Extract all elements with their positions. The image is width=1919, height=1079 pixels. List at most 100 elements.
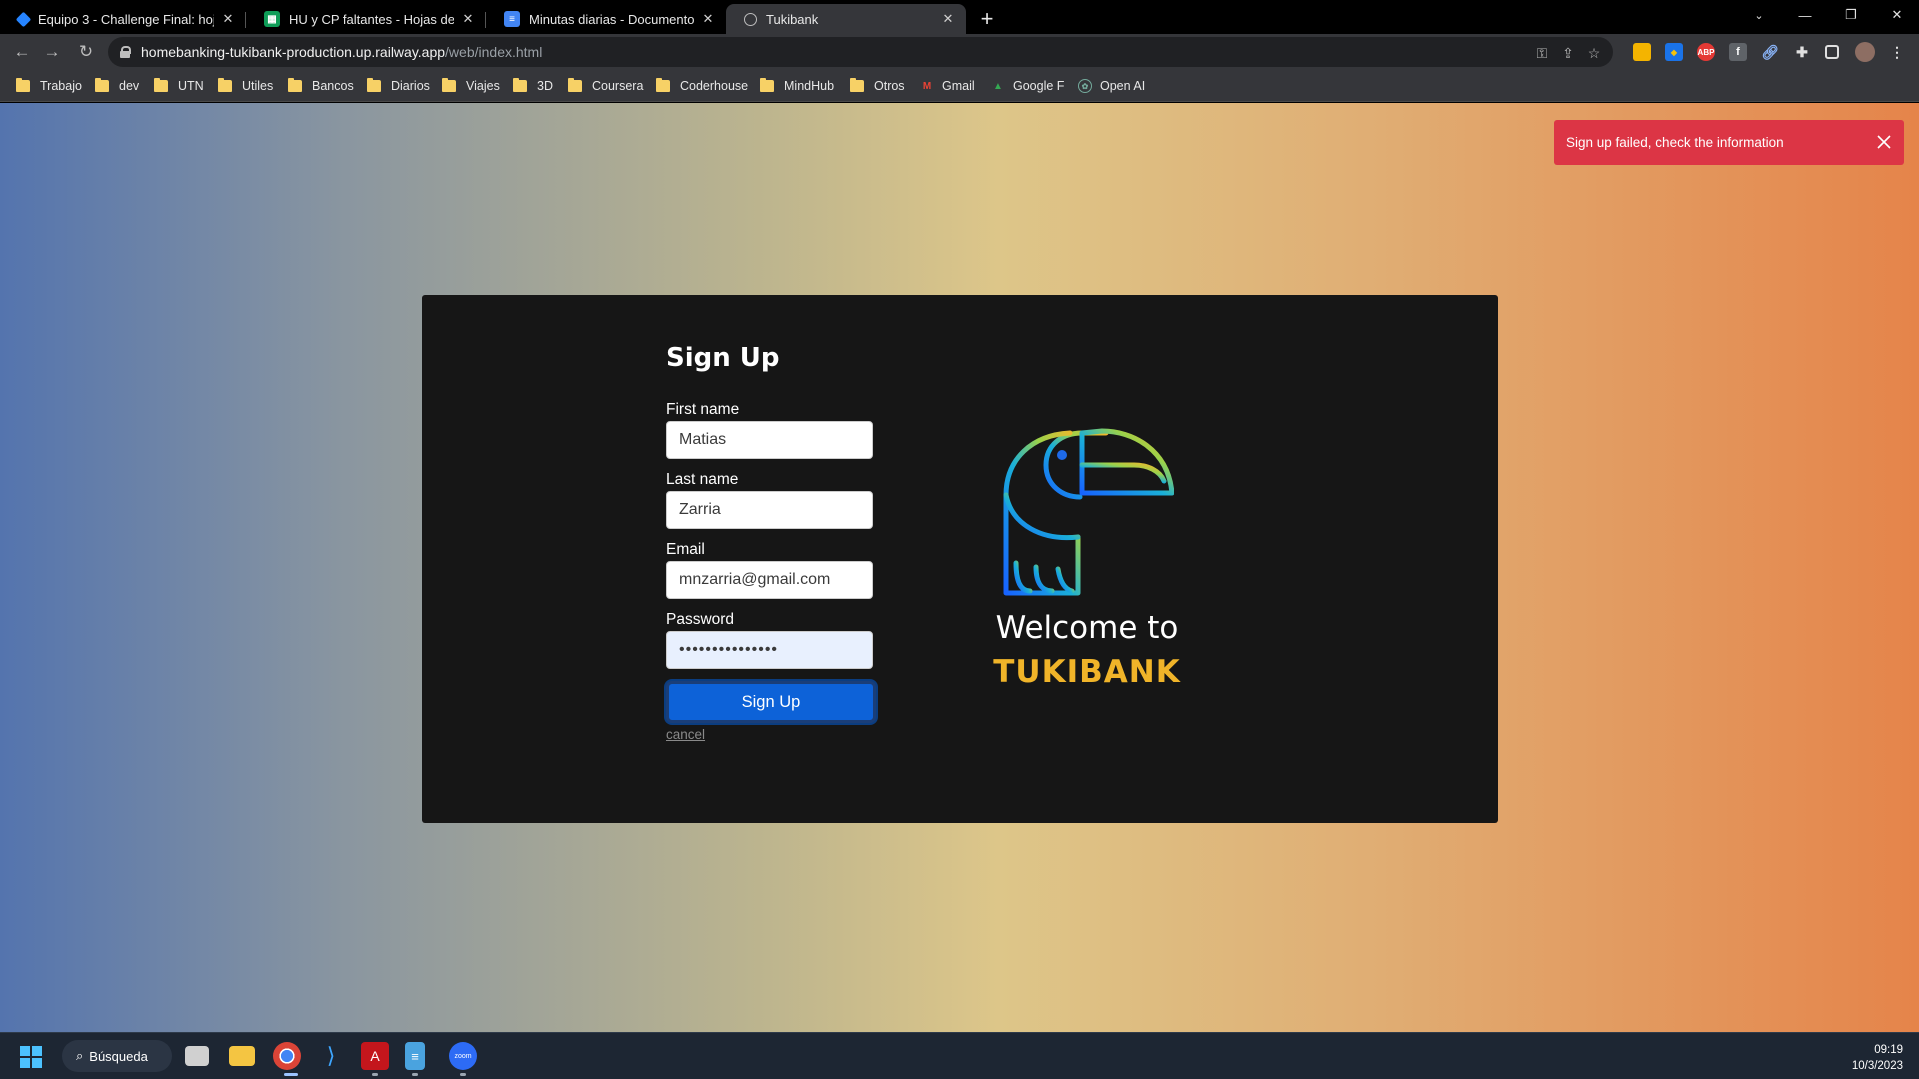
bookmark-utiles[interactable]: Utiles (218, 77, 273, 95)
cancel-link[interactable]: cancel (666, 727, 705, 742)
bookmark-bancos[interactable]: Bancos (288, 77, 354, 95)
close-tab-icon[interactable]: ✕ (220, 11, 236, 27)
key-icon[interactable]: ⚿ (1533, 44, 1551, 62)
folder-icon (16, 78, 30, 92)
profile-avatar[interactable] (1855, 42, 1875, 62)
close-icon[interactable] (1874, 132, 1894, 152)
running-indicator (372, 1073, 378, 1076)
puzzle-icon[interactable]: ✚ (1793, 43, 1811, 61)
bookmark-label: Diarios (391, 79, 430, 93)
folder-icon (154, 78, 168, 92)
tab-minutas[interactable]: ≡ Minutas diarias - Documentos de ✕ (486, 4, 726, 34)
tab-tukibank[interactable]: Tukibank ✕ (726, 4, 966, 34)
vscode-icon[interactable]: ⟩ (317, 1042, 345, 1070)
bookmark-trabajo[interactable]: Trabajo (16, 77, 82, 95)
folder-icon (367, 78, 381, 92)
password-label: Password (666, 611, 735, 628)
tab-search-icon[interactable]: ⌄ (1739, 0, 1779, 30)
last-name-input[interactable] (666, 491, 873, 529)
forward-button[interactable]: → (38, 38, 66, 66)
password-input[interactable] (666, 631, 873, 669)
minimize-button[interactable]: — (1785, 0, 1825, 30)
share-icon[interactable]: ⇪ (1559, 44, 1577, 62)
restore-button[interactable]: ❐ (1831, 0, 1871, 30)
file-explorer-icon[interactable] (229, 1046, 255, 1066)
toast-message: Sign up failed, check the information (1566, 135, 1784, 150)
extension-keep-icon[interactable] (1633, 43, 1651, 61)
tab-hu-y-cp[interactable]: ▦ HU y CP faltantes - Hojas de cálculo ✕ (246, 4, 486, 34)
close-window-button[interactable]: ✕ (1877, 0, 1917, 30)
bookmark-dev[interactable]: dev (95, 77, 139, 95)
windows-start-icon[interactable] (20, 1046, 42, 1068)
chrome-icon[interactable] (273, 1042, 301, 1070)
tab-equipo-3[interactable]: Equipo 3 - Challenge Final: hoja de ✕ (0, 4, 246, 34)
zoom-icon[interactable]: zoom (449, 1042, 477, 1070)
welcome-text: Welcome to (995, 610, 1179, 646)
bookmark-coursera[interactable]: Coursera (568, 77, 643, 95)
bookmark-label: Bancos (312, 79, 354, 93)
bookmark-google-f[interactable]: ▲ Google F (991, 77, 1064, 95)
browser-toolbar: ← → ↻ homebanking-tukibank-production.up… (0, 34, 1919, 70)
acrobat-icon[interactable]: A (361, 1042, 389, 1070)
system-clock[interactable]: 09:19 10/3/2023 (1852, 1042, 1903, 1074)
signup-card: Sign Up First name Last name Email Passw… (422, 295, 1498, 823)
brand-panel: Welcome to TUKIBANK (992, 425, 1182, 690)
bookmark-viajes[interactable]: Viajes (442, 77, 500, 95)
bookmark-gmail[interactable]: M Gmail (920, 77, 975, 95)
docs-icon: ≡ (504, 11, 520, 27)
bookmark-otros[interactable]: Otros (850, 77, 905, 95)
extension-f-icon[interactable]: f (1729, 43, 1747, 61)
bookmark-label: UTN (178, 79, 204, 93)
jira-icon (15, 11, 32, 27)
adblock-icon[interactable]: ABP (1697, 43, 1715, 61)
taskbar-search[interactable]: ⌕ Búsqueda (62, 1040, 172, 1072)
notepad-icon[interactable]: ≡ (405, 1042, 425, 1070)
star-icon[interactable]: ☆ (1585, 44, 1603, 62)
folder-icon (288, 78, 302, 92)
bookmark-utn[interactable]: UTN (154, 77, 204, 95)
email-label: Email (666, 541, 705, 558)
bookmark-label: Utiles (242, 79, 274, 93)
bookmark-3d[interactable]: 3D (513, 77, 553, 95)
globe-icon (744, 12, 757, 26)
folder-icon (656, 78, 670, 92)
first-name-input[interactable] (666, 421, 873, 459)
bookmark-label: Coderhouse (680, 79, 749, 93)
bookmark-open-ai[interactable]: ✿ Open AI (1078, 77, 1145, 95)
close-tab-icon[interactable]: ✕ (460, 11, 476, 27)
running-indicator (412, 1073, 418, 1076)
close-tab-icon[interactable]: ✕ (700, 11, 716, 27)
google-forms-icon: ▲ (993, 80, 1003, 92)
address-bar[interactable]: homebanking-tukibank-production.up.railw… (108, 37, 1613, 67)
bookmark-label: Google F (1013, 79, 1065, 93)
bookmark-label: Otros (874, 79, 905, 93)
last-name-group: Last name (666, 471, 876, 529)
tab-title: Minutas diarias - Documentos de (529, 11, 694, 27)
reload-button[interactable]: ↻ (72, 38, 100, 66)
toucan-logo-icon (1003, 428, 1175, 596)
bookmark-mindhub[interactable]: MindHub (760, 77, 834, 95)
sign-up-button[interactable]: Sign Up (666, 681, 876, 723)
task-view-icon[interactable] (185, 1046, 209, 1066)
tab-title: HU y CP faltantes - Hojas de cálculo (289, 11, 454, 27)
link-icon[interactable]: 🔗︎ (1761, 43, 1779, 61)
folder-icon (218, 78, 232, 92)
tab-strip: Equipo 3 - Challenge Final: hoja de ✕ ▦ … (0, 0, 1919, 34)
extension-bookmark-icon[interactable]: ◆ (1665, 43, 1683, 61)
close-tab-icon[interactable]: ✕ (940, 11, 956, 27)
tab-title: Tukibank (766, 11, 819, 27)
tab-title: Equipo 3 - Challenge Final: hoja de (38, 11, 214, 27)
email-input[interactable] (666, 561, 873, 599)
new-tab-button[interactable]: + (974, 6, 1000, 32)
bookmark-label: Trabajo (40, 79, 82, 93)
menu-icon[interactable]: ⋮ (1888, 43, 1906, 61)
clock-date: 10/3/2023 (1851, 1060, 1903, 1072)
bookmark-coderhouse[interactable]: Coderhouse (656, 77, 748, 95)
bookmark-diarios[interactable]: Diarios (367, 77, 430, 95)
side-panel-icon[interactable] (1825, 45, 1839, 59)
error-toast: Sign up failed, check the information (1554, 120, 1904, 165)
taskbar: ⌕ Búsqueda ⟩ A ≡ zoom 09:19 10/3/2023 (0, 1032, 1919, 1079)
signup-form: Sign Up First name Last name Email Passw… (666, 343, 876, 744)
back-button[interactable]: ← (8, 38, 36, 66)
last-name-label: Last name (666, 471, 739, 488)
